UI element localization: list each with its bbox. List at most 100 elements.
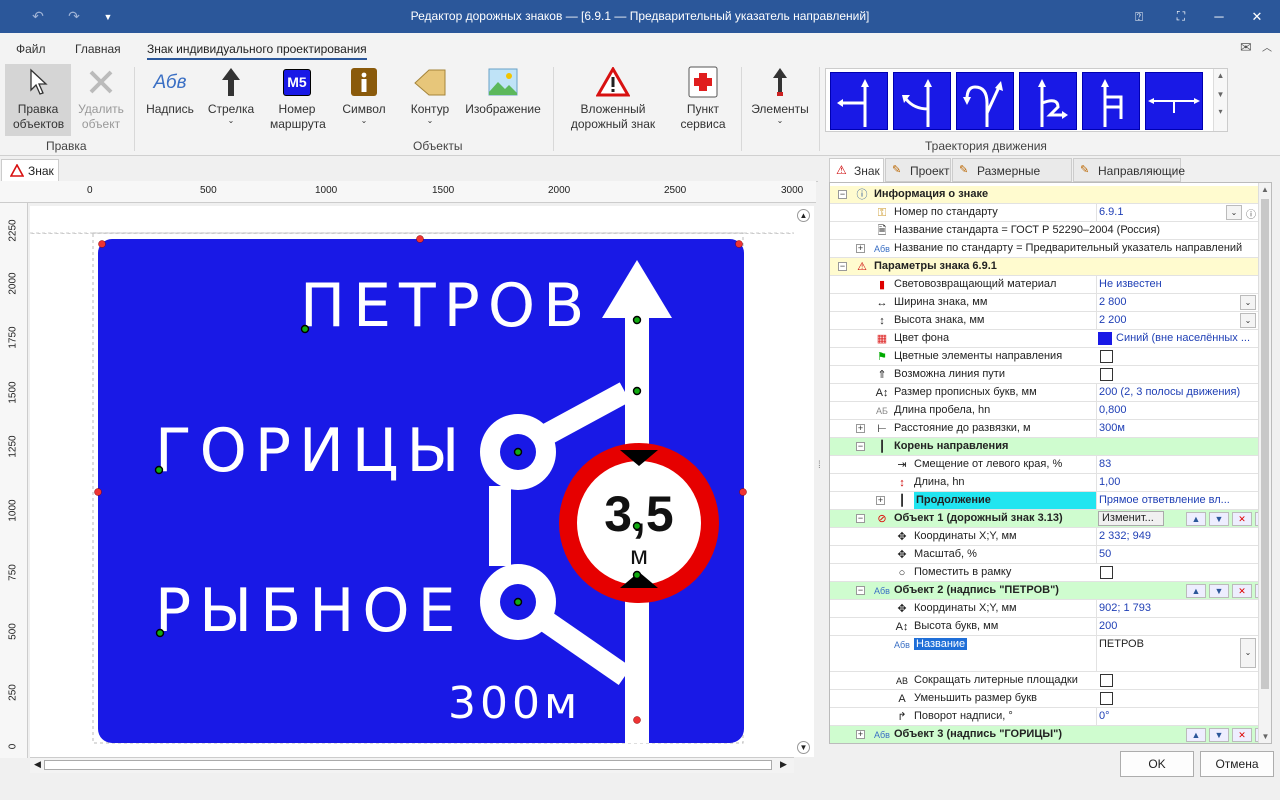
path-line-checkbox[interactable] (1100, 368, 1113, 381)
move-down-icon[interactable]: ▼ (1209, 512, 1229, 526)
limit-unit-text: м (630, 540, 648, 570)
delete-object-button[interactable]: Удалить объект (73, 64, 129, 136)
section-root[interactable]: − ┃ Корень направления (830, 438, 1258, 456)
move-down-icon[interactable]: ▼ (1209, 728, 1229, 742)
gallery-scroll[interactable]: ▲ ▼ ▾ (1213, 69, 1227, 131)
shrink-checkbox[interactable] (1100, 674, 1113, 687)
palette-icon: ▦ (876, 333, 888, 345)
limit-value-text: 3,5 (604, 486, 674, 542)
close-button[interactable]: ✕ (1234, 0, 1280, 33)
continuation-row[interactable]: + ┃ Продолжение Прямое ответвление вл... (830, 492, 1258, 510)
service-point-button[interactable]: Пункт сервиса (672, 64, 734, 136)
symbol-button[interactable]: Символ ⌄ (336, 64, 392, 136)
sign-tab-icon: ⚠ (836, 163, 847, 177)
trajectory-option[interactable] (1082, 72, 1140, 130)
colored-elements-checkbox[interactable] (1100, 350, 1113, 363)
group-objects-label: Объекты (413, 139, 463, 153)
splitter-handle[interactable]: ⁞ (818, 460, 824, 472)
path-icon: ⇑ (877, 369, 887, 381)
move-icon: ✥ (897, 531, 907, 543)
width-icon: ↔ (876, 297, 888, 309)
elements-arrow-icon (773, 68, 787, 96)
delete-icon[interactable]: ✕ (1232, 512, 1252, 526)
trajectory-gallery: ▲ ▼ ▾ (825, 68, 1228, 132)
name-dropdown[interactable]: ⌄ (1240, 638, 1256, 668)
section-object1[interactable]: − ⊘ Объект 1 (дорожный знак 3.13) Изменит..… (830, 510, 1271, 528)
label-icon: Абв (153, 71, 187, 93)
move-up-icon[interactable]: ▲ (1186, 584, 1206, 598)
delete-icon[interactable]: ✕ (1232, 728, 1252, 742)
label-button[interactable]: Абв Надпись (142, 64, 198, 136)
material-icon: ▮ (878, 279, 886, 291)
sign-text-rybnoe: РЫБНОЕ (155, 576, 464, 646)
section-object3[interactable]: +АбвОбъект 3 (надпись "ГОРИЦЫ")▲▼✕✎ (830, 726, 1271, 743)
width-dropdown[interactable]: ⌄ (1240, 295, 1256, 310)
image-button[interactable]: Изображение (462, 64, 544, 136)
scale-icon: ✥ (897, 549, 907, 561)
shrink-letters-icon: AB (895, 676, 908, 686)
move-up-icon[interactable]: ▲ (1186, 728, 1206, 742)
property-tabs: ⚠Знак ✎Проект ✎Размерные линии ✎Направля… (829, 158, 1280, 192)
info-small-icon: ⓘ (1246, 210, 1256, 221)
warning-small-icon (10, 164, 24, 177)
trajectory-option[interactable] (830, 72, 888, 130)
ok-button[interactable]: OK (1120, 751, 1194, 777)
section-object2[interactable]: −АбвОбъект 2 (надпись "ПЕТРОВ")▲▼✕✎ (830, 582, 1271, 600)
section-params[interactable]: − ⚠ Параметры знака 6.9.1 (830, 258, 1258, 276)
help-icon[interactable]: ⍰ (1116, 0, 1162, 33)
vertical-ruler: 2250 2000 1750 1500 1250 1000 750 500 25… (0, 203, 28, 758)
menu-bar: Файл Главная Знак индивидуального проект… (0, 33, 1280, 61)
section-info[interactable]: − ⓘ Информация о знаке (830, 186, 1258, 204)
font-size-icon: A↕ (875, 387, 889, 399)
contour-button[interactable]: Контур ⌄ (404, 64, 456, 136)
dimension-tab-icon: ✎ (959, 164, 969, 176)
first-aid-icon (688, 66, 718, 98)
tab-sign[interactable]: Знак (1, 159, 59, 181)
collapse-ribbon-icon[interactable]: ︿ (1262, 39, 1272, 54)
nested-sign-button[interactable]: Вложенный дорожный знак (561, 64, 665, 136)
object3-text-icon: Абв (874, 730, 890, 740)
fit-frame-checkbox[interactable] (1100, 566, 1113, 579)
bg-color-swatch (1098, 332, 1112, 345)
move-down-icon[interactable]: ▼ (1209, 584, 1229, 598)
trajectory-option[interactable] (956, 72, 1014, 130)
tab-guides[interactable]: ✎ Направляющие (1073, 158, 1185, 182)
rotate-icon: ↱ (897, 711, 907, 723)
mail-icon[interactable]: ✉ (1240, 39, 1252, 56)
root-icon: ┃ (878, 441, 886, 453)
title-bar: ↶ ↷ ▼ Редактор дорожных знаков — [6.9.1 … (0, 0, 1280, 33)
cancel-button[interactable]: Отмена (1200, 751, 1274, 777)
tab-dimension-lines[interactable]: ✎Размерные линии (952, 158, 1072, 192)
object1-icon: ⊘ (877, 513, 887, 525)
property-grid-scrollbar[interactable]: ▲ ▼ (1258, 183, 1271, 743)
route-number-button[interactable]: M5 Номер маршрута (266, 64, 328, 136)
menu-file[interactable]: Файл (16, 42, 46, 56)
elements-button[interactable]: Элементы ⌄ (748, 64, 812, 136)
menu-home[interactable]: Главная (75, 42, 121, 56)
name-textarea[interactable]: ПЕТРОВ (1096, 636, 1256, 671)
group-edit-label: Правка (46, 139, 87, 153)
object2-text-icon: Абв (874, 586, 890, 596)
canvas-horizontal-scrollbar[interactable]: ◀ ▶ (30, 757, 794, 773)
sign-text-petrov: ПЕТРОВ (300, 271, 592, 341)
warning-sign-icon (596, 67, 630, 97)
height-dropdown[interactable]: ⌄ (1240, 313, 1256, 328)
menu-custom-sign[interactable]: Знак индивидуального проектирования (147, 42, 367, 60)
tab-sign-props[interactable]: ⚠ Знак (829, 158, 884, 182)
guides-tab-icon: ✎ (1080, 164, 1090, 176)
reduce-checkbox[interactable] (1100, 692, 1113, 705)
arrow-button[interactable]: Стрелка ⌄ (203, 64, 259, 136)
edit-objects-button[interactable]: Правка объектов (5, 64, 71, 136)
project-tab-icon: ✎ (892, 164, 902, 176)
info-icon: ⓘ (856, 189, 868, 201)
trajectory-option[interactable] (893, 72, 951, 130)
drawing-canvas[interactable]: 3,5 м ПЕТРОВ ГОРИЦЫ РЫБНОЕ 300м (30, 206, 814, 757)
trajectory-option[interactable] (1145, 72, 1203, 130)
trajectory-option[interactable] (1019, 72, 1077, 130)
delete-icon[interactable]: ✕ (1232, 584, 1252, 598)
std-number-dropdown[interactable]: ⌄ (1226, 205, 1242, 220)
tab-project[interactable]: ✎ Проект (885, 158, 951, 182)
canvas-vertical-scrollbar[interactable]: ▲ ▼ (794, 206, 814, 757)
change-button[interactable]: Изменит... (1098, 511, 1164, 526)
move-up-icon[interactable]: ▲ (1186, 512, 1206, 526)
